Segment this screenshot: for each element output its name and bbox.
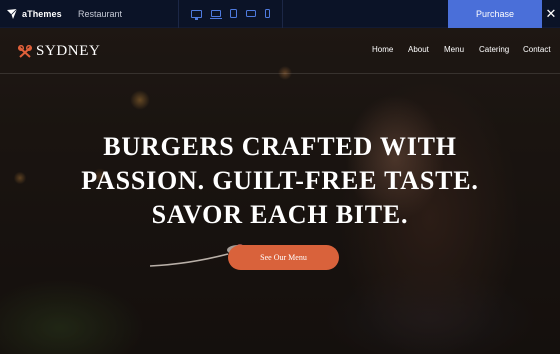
athemes-brand[interactable]: aThemes xyxy=(0,0,66,28)
hero-section: SYDNEY Home About Menu Catering Contact … xyxy=(0,28,560,354)
phone-icon[interactable] xyxy=(265,9,270,18)
headline-line: BURGERS CRAFTED WITH xyxy=(103,132,457,161)
device-switcher xyxy=(178,0,283,28)
see-our-menu-button[interactable]: See Our Menu xyxy=(228,245,339,270)
tablet-icon[interactable] xyxy=(230,9,237,18)
purchase-button[interactable]: Purchase xyxy=(448,0,542,28)
headline-line: PASSION. GUILT-FREE TASTE. xyxy=(81,166,479,195)
nav-item-home[interactable]: Home xyxy=(372,45,393,54)
athemes-logo-icon xyxy=(7,8,18,19)
close-icon[interactable]: ✕ xyxy=(542,0,560,28)
laptop-icon[interactable] xyxy=(210,10,222,19)
theme-title: Restaurant xyxy=(78,8,123,19)
nav-item-catering[interactable]: Catering xyxy=(479,45,509,54)
nav-item-about[interactable]: About xyxy=(408,45,429,54)
nav-item-menu[interactable]: Menu xyxy=(444,45,464,54)
tablet-landscape-icon[interactable] xyxy=(246,10,256,17)
desktop-icon[interactable] xyxy=(191,9,202,20)
nav-item-contact[interactable]: Contact xyxy=(523,45,551,54)
brand-name: aThemes xyxy=(22,8,62,19)
site-header: SYDNEY Home About Menu Catering Contact xyxy=(0,28,560,74)
demo-topbar: aThemes Restaurant Purchase ✕ xyxy=(0,0,560,28)
hero-headline: BURGERS CRAFTED WITH PASSION. GUILT-FREE… xyxy=(0,130,560,232)
main-nav: Home About Menu Catering Contact xyxy=(0,45,560,57)
headline-line: SAVOR EACH BITE. xyxy=(151,200,409,229)
